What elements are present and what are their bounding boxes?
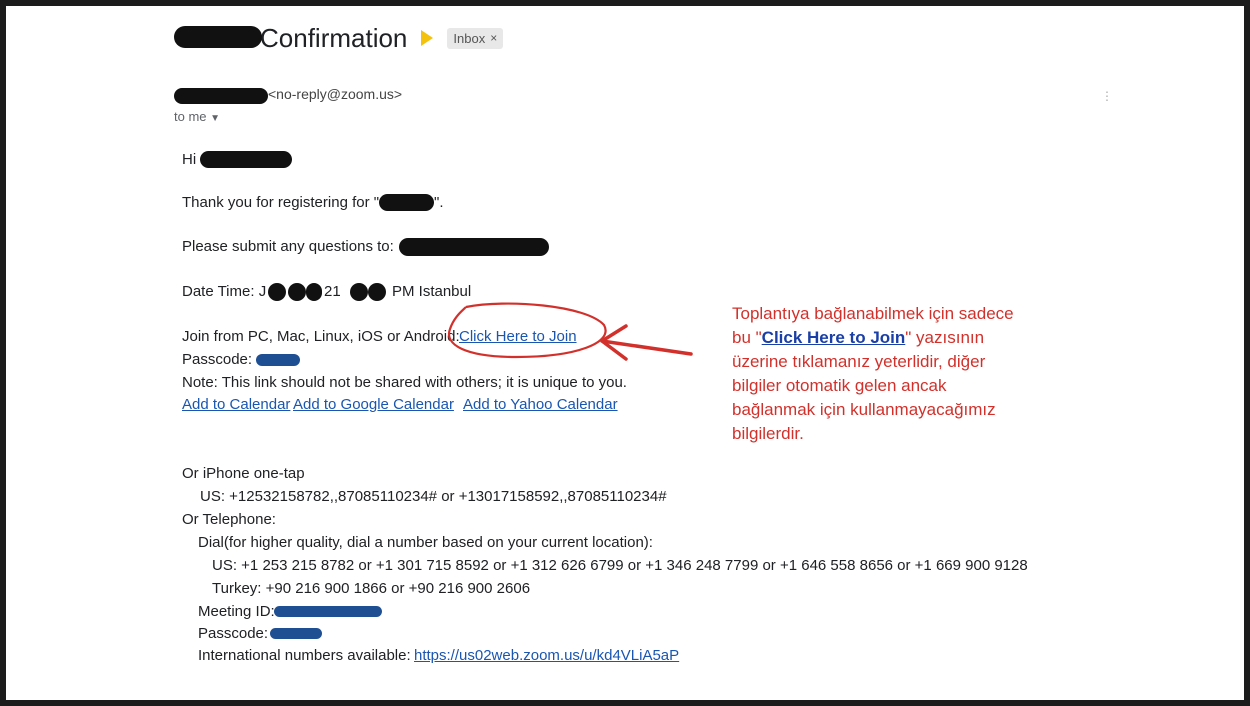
redacted-time-1 xyxy=(350,283,368,301)
annotation-circle xyxy=(447,302,607,359)
annotation-line-1: Toplantıya bağlanabilmek için sadece xyxy=(732,304,1014,323)
iphone-us-numbers: US: +12532158782,,87085110234# or +13017… xyxy=(200,488,667,505)
passcode-label: Passcode: xyxy=(182,351,253,368)
annotation-line-2-end: " yazısının xyxy=(905,328,985,347)
redacted-passcode-2 xyxy=(270,628,322,639)
recipient-toggle[interactable]: to me ▼ xyxy=(174,109,220,124)
importance-marker-icon[interactable] xyxy=(421,30,434,46)
redacted-name xyxy=(200,151,292,168)
dial-note: Dial(for higher quality, dial a number b… xyxy=(198,534,653,551)
redacted-meeting-id xyxy=(274,606,382,617)
inbox-label-chip[interactable]: Inbox × xyxy=(447,27,504,49)
annotation-line-6: bilgilerdir. xyxy=(732,424,804,443)
join-instructions: Join from PC, Mac, Linux, iOS or Android… xyxy=(182,328,460,345)
redacted-date-3 xyxy=(306,283,322,301)
remove-label-icon[interactable]: × xyxy=(490,31,497,45)
iphone-title: Or iPhone one-tap xyxy=(182,465,305,482)
date-time-label: Date Time: J xyxy=(182,283,267,300)
annotation-line-4: bilgiler otomatik gelen ancak xyxy=(732,376,947,395)
redacted-sender-name xyxy=(174,88,268,104)
recipient-label: to me xyxy=(174,109,207,124)
chevron-down-icon: ▼ xyxy=(210,113,221,124)
annotation-link-reference: Click Here to Join xyxy=(761,328,906,347)
more-options-icon[interactable]: ⋮ xyxy=(1101,89,1113,103)
dial-turkey-numbers: Turkey: +90 216 900 1866 or +90 216 900 … xyxy=(212,580,531,597)
annotation-text: Toplantıya bağlanabilmek için sadece bu … xyxy=(732,302,1072,446)
redacted-date-1 xyxy=(268,283,286,301)
greeting-text: Hi xyxy=(182,151,197,168)
redacted-passcode xyxy=(256,354,300,366)
redacted-email xyxy=(399,238,549,256)
international-numbers-link[interactable]: https://us02web.zoom.us/u/kd4VLiA5aP xyxy=(414,647,679,664)
meeting-id-label: Meeting ID: xyxy=(198,603,275,620)
date-year-fragment: 21 xyxy=(324,283,341,300)
annotation-line-3: üzerine tıklamanız yeterlidir, diğer xyxy=(732,352,986,371)
date-time-zone: PM Istanbul xyxy=(392,283,472,300)
screenshot-frame: Confirmation Inbox × <no-reply@zoom.us> … xyxy=(0,0,1250,706)
redacted-date-2 xyxy=(288,283,306,301)
annotation-line-5: bağlanmak için kullanmayacağımız xyxy=(732,400,996,419)
thanks-text-start: Thank you for registering for " xyxy=(182,194,380,211)
email-subject-title: Confirmation xyxy=(260,22,408,53)
sender-email[interactable]: <no-reply@zoom.us> xyxy=(268,86,402,102)
dial-us-numbers: US: +1 253 215 8782 or +1 301 715 8592 o… xyxy=(212,557,1028,574)
redacted-subject xyxy=(174,26,262,48)
international-numbers-label: International numbers available: xyxy=(198,647,411,664)
add-to-google-calendar-link[interactable]: Add to Google Calendar xyxy=(293,396,454,413)
passcode-2-label: Passcode: xyxy=(198,625,269,642)
inbox-label-text: Inbox xyxy=(453,30,486,46)
add-to-yahoo-calendar-link[interactable]: Add to Yahoo Calendar xyxy=(463,396,618,413)
annotation-line-2-start: bu " xyxy=(732,328,762,347)
telephone-title: Or Telephone: xyxy=(182,511,276,528)
thanks-text-end: ". xyxy=(434,194,444,211)
redacted-webinar-name xyxy=(379,194,434,211)
annotation-line-2: bu "Click Here to Join" yazısının xyxy=(732,326,1072,350)
questions-text: Please submit any questions to: xyxy=(182,238,394,255)
add-to-calendar-link[interactable]: Add to Calendar xyxy=(182,396,290,413)
redacted-time-2 xyxy=(368,283,386,301)
share-note: Note: This link should not be shared wit… xyxy=(182,374,627,391)
annotation-drawing xyxy=(447,302,693,361)
